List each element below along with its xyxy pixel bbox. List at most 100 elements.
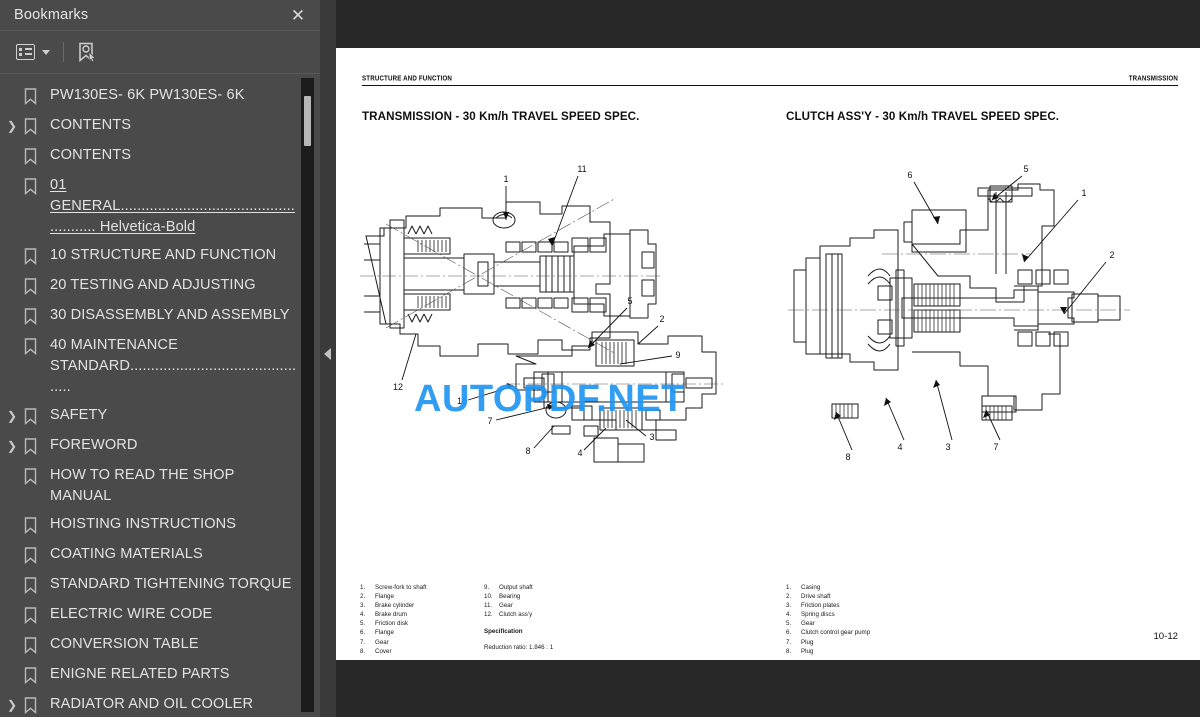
svg-text:3: 3 [945, 442, 950, 452]
legend-spec-row: 10. Bearing [484, 592, 553, 601]
bookmark-item[interactable]: ❯HOW TO READ THE SHOP MANUAL [0, 461, 320, 510]
bookmark-item[interactable]: ❯CONVERSION TABLE [0, 630, 320, 660]
svg-text:7: 7 [993, 442, 998, 452]
chevron-right-icon[interactable]: ❯ [0, 693, 24, 716]
legend-spec-row: 11. Gear [484, 601, 553, 610]
bookmark-item-label: ELECTRIC WIRE CODE [50, 606, 213, 622]
legend-spec-row: 12. Clutch ass'y [484, 610, 553, 619]
legend-transmission-row: 6. Flange [360, 628, 427, 637]
pdf-page-viewer[interactable]: STRUCTURE AND FUNCTION TRANSMISSION TRAN… [336, 0, 1200, 717]
bookmark-item-label: HOW TO READ THE SHOP MANUAL [50, 467, 235, 504]
bookmark-item[interactable]: ❯HOISTING INSTRUCTIONS [0, 510, 320, 540]
legend-spec-heading: Specification [484, 628, 523, 636]
bookmark-item-label: 10 STRUCTURE AND FUNCTION [50, 247, 277, 263]
bookmark-item[interactable]: ❯COATING MATERIALS [0, 540, 320, 570]
legend-text: Friction plates [801, 602, 840, 610]
bookmark-item[interactable]: ❯10 STRUCTURE AND FUNCTION [0, 241, 320, 271]
bookmark-item[interactable]: ❯20 TESTING AND ADJUSTING [0, 271, 320, 301]
legend-clutch-row: 6. Clutch control gear pump [786, 628, 870, 637]
bookmark-icon [24, 404, 50, 425]
legend-text: Clutch ass'y [499, 611, 533, 619]
bookmark-item[interactable]: ❯PW130ES- 6K PW130ES- 6K [0, 81, 320, 111]
bookmark-icon [24, 334, 50, 355]
svg-text:2: 2 [1109, 250, 1114, 260]
bookmark-icon [24, 603, 50, 624]
legend-text: Casing [801, 584, 821, 591]
bookmark-item-label: FOREWORD [50, 437, 138, 453]
legend-text: Drive shaft [801, 593, 831, 601]
chevron-right-icon[interactable]: ❯ [0, 434, 24, 457]
legend-number: 4. [786, 611, 792, 619]
bookmark-icon [24, 573, 50, 594]
legend-number: 6. [786, 629, 792, 637]
legend-clutch-row: 4. Spring discs [786, 610, 870, 619]
svg-text:9: 9 [675, 350, 680, 360]
svg-text:4: 4 [577, 448, 582, 458]
legend-spec-row: 9. Output shaft [484, 583, 553, 592]
legend-transmission-row: 8. Cover [360, 647, 427, 656]
svg-text:1: 1 [1081, 188, 1086, 198]
close-icon[interactable]: ✕ [288, 7, 308, 24]
chevron-right-icon[interactable]: ❯ [0, 404, 24, 427]
panel-divider[interactable] [320, 0, 336, 717]
legend-text: Bearing [499, 593, 521, 601]
bookmark-icon [24, 633, 50, 654]
new-bookmark-button[interactable] [73, 39, 101, 66]
bookmark-icon [24, 693, 50, 714]
sidebar-scrollbar[interactable] [301, 78, 314, 712]
bookmark-item[interactable]: ❯ RADIATOR AND OIL COOLER [0, 690, 320, 717]
panel-title: Bookmarks [14, 7, 89, 23]
chevron-right-icon[interactable]: ❯ [0, 114, 24, 137]
bookmark-item[interactable]: ❯30 DISASSEMBLY AND ASSEMBLY [0, 301, 320, 331]
bookmark-item[interactable]: ❯ FOREWORD [0, 431, 320, 461]
legend-number: 5. [360, 620, 366, 628]
svg-text:5: 5 [627, 296, 632, 306]
legend-text: Friction disk [375, 620, 409, 628]
legend-transmission-col2: 9. Output shaft 10. Bearing 11. Gear 12. Clutch… [484, 583, 553, 653]
legend-transmission-row: 5. Friction disk [360, 619, 427, 628]
bookmark-item-label: ENIGNE RELATED PARTS [50, 666, 230, 682]
legend-transmission-row: 3. Brake cylinder [360, 601, 427, 610]
bookmark-item[interactable]: ❯01 GENERAL.............................… [0, 171, 320, 241]
legend-text: Cover [375, 647, 392, 655]
bookmark-list[interactable]: ❯PW130ES- 6K PW130ES- 6K❯CONTENTS❯CONTEN… [0, 74, 320, 717]
bookmark-item-label: RADIATOR AND OIL COOLER [50, 696, 254, 712]
pdf-reader-window: Bookmarks ✕ ❯PW130ES- 6K PW130ES- 6K❯CON… [0, 0, 1200, 717]
legend-number: 2. [786, 593, 792, 601]
bookmark-item-label: STANDARD TIGHTENING TORQUE [50, 576, 292, 592]
svg-text:3: 3 [649, 432, 654, 442]
legend-number: 12. [484, 611, 493, 619]
bookmark-icon [24, 114, 50, 135]
bookmark-item[interactable]: ❯ SAFETY [0, 401, 320, 431]
legend-number: 5. [786, 620, 792, 628]
legend-number: 8. [360, 647, 366, 655]
section-title-transmission: TRANSMISSION - 30 Km/h TRAVEL SPEED SPEC… [362, 110, 640, 123]
sidebar-scrollbar-thumb[interactable] [304, 96, 311, 146]
bookmark-item[interactable]: ❯ENIGNE RELATED PARTS [0, 660, 320, 690]
legend-number: 9. [484, 584, 490, 591]
bookmark-item-label: PW130ES- 6K PW130ES- 6K [50, 87, 245, 103]
legend-clutch-row: 5. Gear [786, 619, 870, 628]
legend-text: Flange [375, 629, 394, 637]
legend-number: 3. [360, 602, 366, 610]
legend-transmission-row: 2. Flange [360, 592, 427, 601]
legend-text: Plug [801, 638, 814, 646]
bookmark-options-button[interactable] [12, 41, 54, 63]
bookmark-item[interactable]: ❯STANDARD TIGHTENING TORQUE [0, 570, 320, 600]
bookmark-item-label: CONTENTS [50, 117, 132, 133]
toolbar-divider [63, 42, 64, 62]
bookmark-icon [24, 543, 50, 564]
legend-number: 10. [484, 593, 493, 601]
bookmark-item[interactable]: ❯CONTENTS [0, 141, 320, 171]
bookmark-item[interactable]: ❯ CONTENTS [0, 111, 320, 141]
collapse-panel-icon[interactable] [324, 348, 331, 360]
legend-text: Gear [801, 620, 815, 628]
bookmark-item[interactable]: ❯ELECTRIC WIRE CODE [0, 600, 320, 630]
svg-text:8: 8 [525, 446, 530, 456]
legend-number: 3. [786, 602, 792, 610]
svg-text:4: 4 [897, 442, 902, 452]
bookmark-item-label: 40 MAINTENANCE STANDARD.................… [50, 337, 297, 395]
legend-number: 4. [360, 611, 366, 619]
bookmark-item[interactable]: ❯40 MAINTENANCE STANDARD................… [0, 331, 320, 401]
legend-number: 11. [484, 602, 493, 610]
